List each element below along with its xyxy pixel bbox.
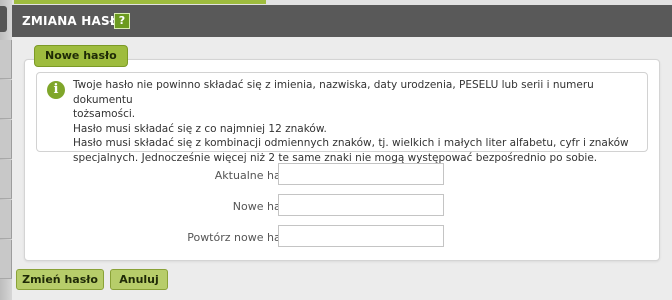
rail-tab[interactable] [0, 80, 12, 119]
rule-line: Hasło musi składać się z kombinacji odmi… [73, 137, 629, 149]
rail-handle[interactable] [0, 6, 7, 32]
info-icon: i [47, 81, 65, 99]
rail-tab[interactable] [0, 160, 12, 199]
current-password-row: Aktualne hasło: [36, 163, 646, 189]
password-rules-box: i Twoje hasło nie powinno składać się z … [36, 72, 648, 164]
dialog-title-bar: ZMIANA HASŁA ? [12, 5, 672, 37]
dialog-title: ZMIANA HASŁA [22, 14, 128, 28]
top-accent-bar [14, 0, 266, 4]
rule-line: tożsamości. [73, 108, 136, 120]
rule-line: Twoje hasło nie powinno składać się z im… [73, 79, 594, 106]
cancel-button[interactable]: Anuluj [110, 269, 168, 290]
rule-line: Hasło musi składać się z co najmniej 12 … [73, 122, 327, 135]
help-icon[interactable]: ? [114, 13, 130, 29]
left-rail [0, 0, 12, 300]
new-password-input[interactable] [278, 194, 444, 216]
rail-tab[interactable] [0, 240, 12, 279]
rail-tab[interactable] [0, 200, 12, 239]
repeat-password-input[interactable] [278, 225, 444, 247]
current-password-input[interactable] [278, 163, 444, 185]
rail-tab[interactable] [0, 40, 12, 79]
new-password-row: Nowe hasło: [36, 194, 646, 220]
rail-tab[interactable] [0, 120, 12, 159]
fieldset-legend: Nowe hasło [34, 45, 128, 67]
password-rules-text: Twoje hasło nie powinno składać się z im… [73, 78, 639, 165]
repeat-password-row: Powtórz nowe hasło: [36, 225, 646, 251]
change-password-button[interactable]: Zmień hasło [16, 269, 104, 290]
